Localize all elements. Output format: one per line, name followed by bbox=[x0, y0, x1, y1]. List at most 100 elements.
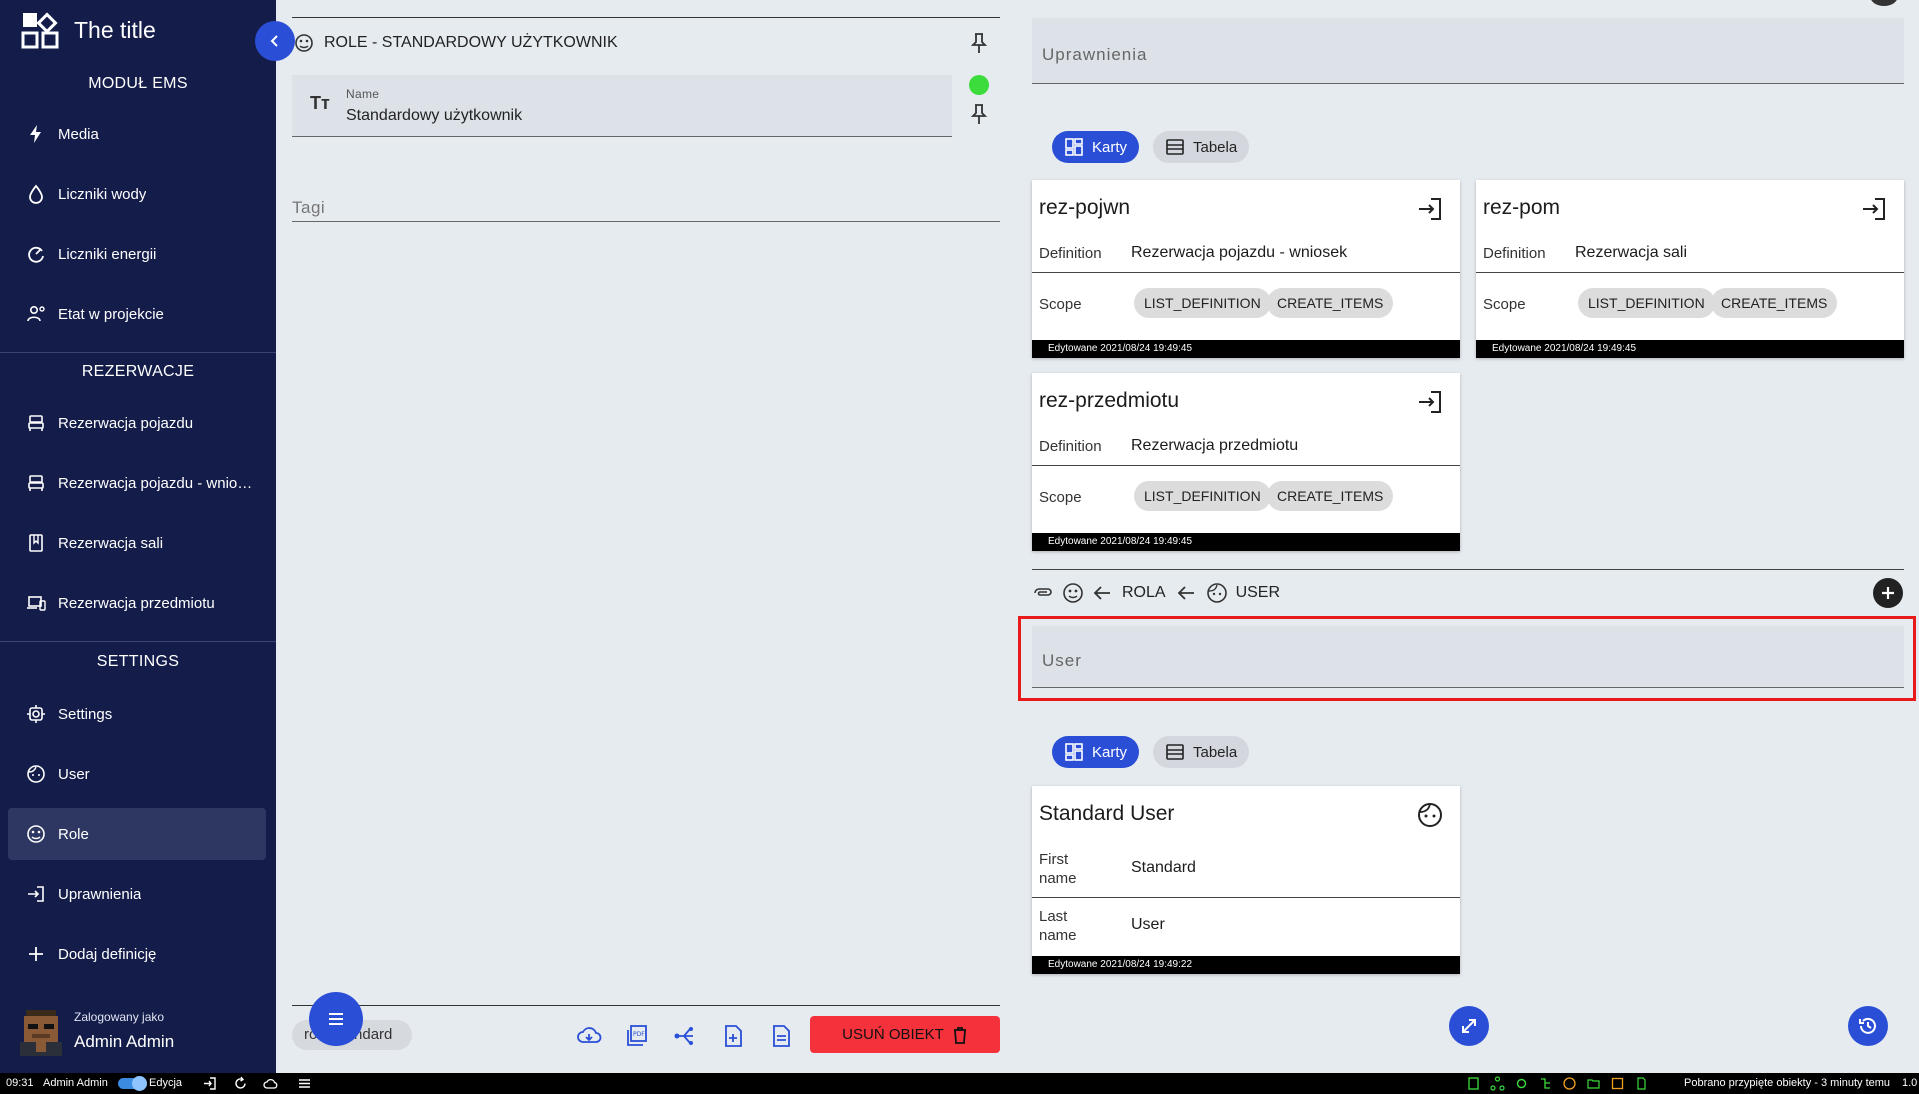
face-icon bbox=[1206, 583, 1227, 603]
network-icon[interactable] bbox=[1490, 1076, 1505, 1091]
attachment-icon bbox=[1034, 588, 1052, 596]
sidebar-item-label: Rezerwacja przedmiotu bbox=[58, 594, 215, 612]
sidebar-item-label: Etat w projekcie bbox=[58, 305, 164, 323]
sidebar-item-label: Uprawnienia bbox=[58, 885, 142, 903]
file-icon[interactable] bbox=[1634, 1076, 1649, 1091]
permission-card[interactable]: rez-pom Definition Rezerwacja sali Scope… bbox=[1476, 180, 1904, 358]
scope-chip: CREATE_ITEMS bbox=[1267, 481, 1394, 511]
sidebar-item-uprawnienia[interactable]: Uprawnienia bbox=[8, 868, 266, 920]
sidebar-item-dodaj-definicje[interactable]: Dodaj definicję bbox=[8, 928, 266, 980]
avatar bbox=[20, 1010, 62, 1056]
sidebar-item-rezerwacja-przedmiotu[interactable]: Rezerwacja przedmiotu bbox=[8, 577, 266, 629]
pin-icon[interactable] bbox=[969, 32, 989, 54]
sidebar-item-user[interactable]: User bbox=[8, 748, 266, 800]
app-title: The title bbox=[74, 17, 156, 43]
document-icon[interactable] bbox=[768, 1023, 794, 1049]
sidebar-item-rezerwacja-sali[interactable]: Rezerwacja sali bbox=[8, 517, 266, 569]
collapse-sidebar-button[interactable] bbox=[255, 21, 295, 61]
save-icon[interactable] bbox=[1610, 1076, 1625, 1091]
menu-icon[interactable] bbox=[297, 1076, 312, 1091]
card-title: rez-przedmiotu bbox=[1039, 389, 1180, 412]
face-icon[interactable] bbox=[1416, 801, 1444, 829]
view-table-button[interactable]: Tabela bbox=[1153, 131, 1250, 163]
add-relation-button[interactable] bbox=[1873, 578, 1903, 608]
add-file-icon[interactable] bbox=[720, 1023, 746, 1049]
role-face-icon bbox=[27, 825, 45, 843]
role-face-icon[interactable] bbox=[1562, 1076, 1577, 1091]
status-version: 1.0 bbox=[1902, 1077, 1918, 1089]
status-time: 09:31 bbox=[6, 1077, 34, 1089]
folder-icon[interactable] bbox=[1586, 1076, 1601, 1091]
dashboard-icon bbox=[1065, 743, 1083, 761]
expand-button[interactable] bbox=[1449, 1006, 1489, 1046]
cloud-icon[interactable] bbox=[263, 1076, 278, 1091]
cog-icon[interactable] bbox=[1514, 1076, 1529, 1091]
user-field-label: User bbox=[1042, 651, 1082, 670]
sidebar-item-label: Liczniki energii bbox=[58, 245, 157, 263]
card-edited-footer: Edytowane 2021/08/24 19:49:22 bbox=[1032, 956, 1460, 974]
view-cards-button[interactable]: Karty bbox=[1052, 131, 1140, 163]
user-settings-icon bbox=[27, 305, 45, 322]
sidebar-item-rezerwacja-pojazdu-wniosek[interactable]: Rezerwacja pojazdu - wniosek bbox=[8, 457, 266, 509]
section-title-rezerwacje: REZERWACJE bbox=[81, 363, 195, 380]
sidebar-item-label: Dodaj definicję bbox=[58, 945, 157, 963]
sidebar-item-settings[interactable]: Settings bbox=[8, 688, 266, 740]
app-logo-icon bbox=[21, 12, 59, 49]
uprawnienia-field[interactable]: Uprawnienia bbox=[1032, 18, 1904, 84]
view-table-label: Tabela bbox=[1193, 743, 1238, 761]
permission-card[interactable]: rez-przedmiotu Definition Rezerwacja prz… bbox=[1032, 373, 1460, 551]
scope-chip: CREATE_ITEMS bbox=[1711, 288, 1838, 318]
device-icon[interactable] bbox=[1466, 1076, 1481, 1091]
sidebar-item-role[interactable]: Role bbox=[8, 808, 266, 860]
name-field-label: Name bbox=[346, 87, 380, 101]
user-card[interactable]: Standard User First name Standard Last n… bbox=[1032, 786, 1460, 974]
first-name-key: First name bbox=[1039, 851, 1077, 887]
card-title: rez-pom bbox=[1483, 196, 1561, 219]
history-icon bbox=[1859, 1017, 1876, 1034]
edit-mode-toggle[interactable] bbox=[118, 1076, 147, 1091]
view-table-button[interactable]: Tabela bbox=[1153, 736, 1250, 768]
login-icon[interactable] bbox=[1860, 195, 1888, 223]
sidebar-item-media[interactable]: Media bbox=[8, 108, 266, 160]
view-cards-button[interactable]: Karty bbox=[1052, 736, 1140, 768]
sidebar-item-liczniki-energii[interactable]: Liczniki energii bbox=[8, 228, 266, 280]
sidebar-item-rezerwacja-pojazdu[interactable]: Rezerwacja pojazdu bbox=[8, 397, 266, 449]
pdf-icon[interactable]: PDF bbox=[624, 1023, 650, 1049]
logged-user[interactable]: Zalogowany jako Admin Admin bbox=[20, 1008, 260, 1058]
share-graph-icon[interactable] bbox=[672, 1023, 698, 1049]
permission-card[interactable]: rez-pojwn Definition Rezerwacja pojazdu … bbox=[1032, 180, 1460, 358]
role-face-icon bbox=[1063, 583, 1083, 603]
login-icon[interactable] bbox=[202, 1076, 217, 1091]
status-indicator bbox=[969, 75, 989, 95]
section-title-ems: MODUŁ EMS bbox=[88, 75, 188, 92]
object-header: ROLE - STANDARDOWY UŻYTKOWNIK bbox=[324, 34, 618, 51]
tree-icon[interactable] bbox=[1538, 1076, 1553, 1091]
scope-key: Scope bbox=[1039, 296, 1082, 313]
sidebar-divider bbox=[0, 641, 276, 642]
scope-chip: LIST_DEFINITION bbox=[1578, 288, 1715, 318]
menu-fab-button[interactable] bbox=[309, 992, 363, 1046]
refresh-icon[interactable] bbox=[233, 1076, 248, 1091]
section-title-settings: SETTINGS bbox=[96, 653, 180, 670]
sidebar-item-etat-w-projekcie[interactable]: Etat w projekcie bbox=[8, 288, 266, 340]
name-field[interactable]: Tт Name Standardowy użytkownik bbox=[292, 75, 952, 137]
history-button[interactable] bbox=[1848, 1006, 1888, 1046]
chevron-left-icon bbox=[270, 35, 278, 47]
definition-key: Definition bbox=[1039, 438, 1102, 455]
login-icon[interactable] bbox=[1416, 388, 1444, 416]
tags-input[interactable]: Tagi bbox=[292, 190, 1000, 222]
definition-key: Definition bbox=[1483, 245, 1546, 262]
sidebar-item-label: Settings bbox=[58, 705, 113, 723]
user-relation-field[interactable]: User bbox=[1032, 626, 1904, 688]
cloud-download-icon[interactable] bbox=[576, 1023, 602, 1049]
pin-icon[interactable] bbox=[969, 103, 989, 125]
delete-object-label: USUŃ OBIEKT bbox=[842, 1026, 944, 1043]
sidebar-item-liczniki-wody[interactable]: Liczniki wody bbox=[8, 168, 266, 220]
delete-object-button[interactable]: USUŃ OBIEKT bbox=[810, 1016, 1000, 1053]
corner-action-button[interactable] bbox=[1870, 0, 1898, 6]
name-field-value: Standardowy użytkownik bbox=[346, 107, 523, 124]
login-icon[interactable] bbox=[1416, 195, 1444, 223]
plus-icon bbox=[29, 947, 43, 961]
logged-as-label: Zalogowany jako bbox=[74, 1010, 165, 1024]
sidebar-item-label: Media bbox=[58, 125, 99, 143]
